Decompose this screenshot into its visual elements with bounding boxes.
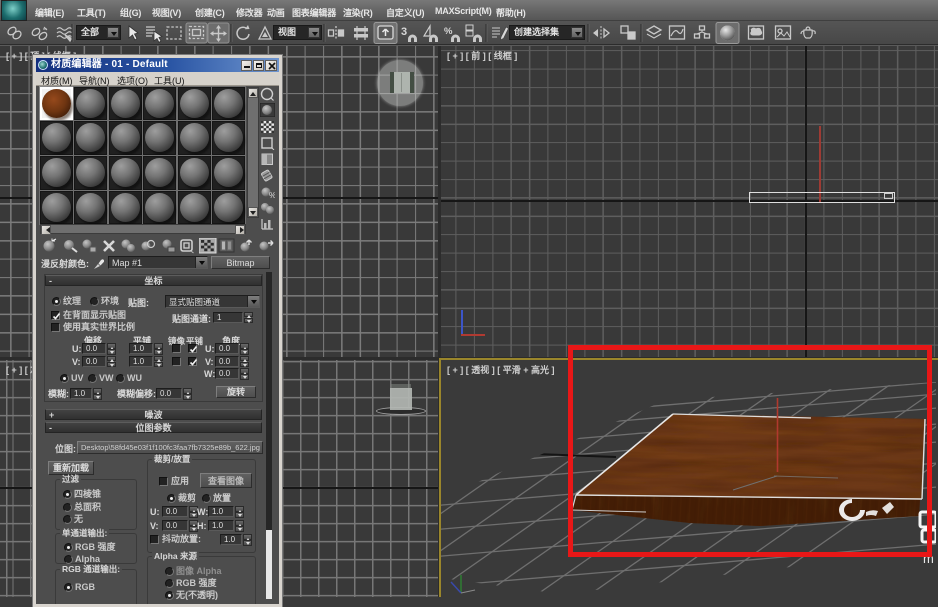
- svg-text:%: %: [444, 26, 453, 37]
- svg-text:%: %: [269, 191, 275, 199]
- svg-text:3: 3: [401, 26, 407, 38]
